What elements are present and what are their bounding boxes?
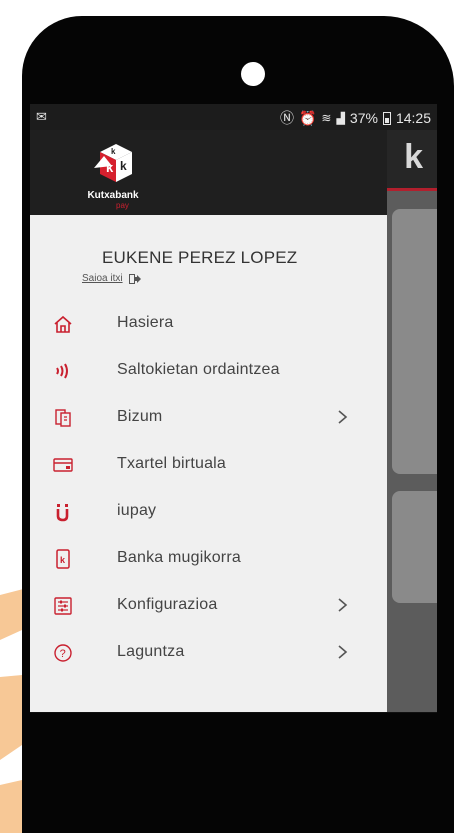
menu-item-label: Bizum <box>117 408 163 425</box>
menu-item-label: Txartel birtuala <box>117 455 227 472</box>
menu-item-label: Konfigurazioa <box>117 596 218 613</box>
nfc-icon: Ⓝ <box>279 110 294 126</box>
mail-icon: ✉ <box>36 109 47 124</box>
user-name: EUKENE PEREZ LOPEZ <box>102 248 298 267</box>
navigation-drawer: k k k Kutxabank pay EUKENE PEREZ LOPEZ S… <box>30 130 387 712</box>
help-icon: ? <box>52 642 74 664</box>
svg-text:?: ? <box>60 648 66 660</box>
brand-name: Kutxabank <box>87 190 139 201</box>
menu-item-hasiera[interactable]: Hasiera <box>30 300 387 347</box>
dice-logo-icon: k k k <box>94 144 132 182</box>
status-time: 14:25 <box>395 110 431 126</box>
menu-item-label: Laguntza <box>117 643 185 660</box>
signal-icon: ▟ <box>336 112 345 125</box>
menu-item-label: iupay <box>117 502 157 519</box>
drawer-menu: Hasiera Saltokietan ordaintzea Bizum Txa… <box>30 300 387 676</box>
phone-screen: ✉ Ⓝ ⏰ ≋ ▟ 37% 14:25 k k k k Kutxabank pa… <box>30 104 437 712</box>
background-card <box>392 491 437 603</box>
iupay-icon <box>52 501 74 523</box>
menu-item-laguntza[interactable]: ? Laguntza <box>30 629 387 676</box>
home-icon <box>52 313 74 335</box>
svg-text:k: k <box>120 159 127 173</box>
svg-text:k: k <box>111 147 116 156</box>
chevron-right-icon <box>338 645 348 659</box>
logout-icon <box>128 273 141 284</box>
logout-link[interactable]: Saioa itxi <box>82 273 141 284</box>
menu-item-konfigurazioa[interactable]: Konfigurazioa <box>30 582 387 629</box>
menu-item-saltokietan-ordaintzea[interactable]: Saltokietan ordaintzea <box>30 347 387 394</box>
settings-icon <box>52 595 74 617</box>
menu-item-label: Saltokietan ordaintzea <box>117 361 280 378</box>
menu-item-txartel-birtuala[interactable]: Txartel birtuala <box>30 441 387 488</box>
wifi-icon: ≋ <box>321 111 332 125</box>
background-card <box>392 209 437 474</box>
drawer-header: k k k Kutxabank pay <box>30 130 387 215</box>
mobile-banking-icon: k <box>52 548 74 570</box>
kutxabank-pay-logo: k k k Kutxabank pay <box>78 138 148 210</box>
chevron-right-icon <box>338 598 348 612</box>
app-logo-letter: k <box>404 138 423 176</box>
screen-bottom-edge <box>30 712 437 713</box>
battery-percent: 37% <box>349 110 378 126</box>
menu-item-bizum[interactable]: Bizum <box>30 394 387 441</box>
contactless-icon <box>52 360 74 382</box>
svg-text:k: k <box>60 555 66 565</box>
bizum-icon <box>52 407 74 429</box>
card-icon <box>52 454 74 476</box>
chevron-right-icon <box>338 410 348 424</box>
brand-sub: pay <box>116 201 129 210</box>
camera-dot <box>241 62 265 86</box>
svg-text:k: k <box>106 160 114 175</box>
menu-item-banka-mugikorra[interactable]: k Banka mugikorra <box>30 535 387 582</box>
status-bar: ✉ Ⓝ ⏰ ≋ ▟ 37% 14:25 <box>30 104 437 130</box>
battery-icon <box>382 111 391 125</box>
logout-label[interactable]: Saioa itxi <box>82 273 123 284</box>
menu-item-iupay[interactable]: iupay <box>30 488 387 535</box>
alarm-icon: ⏰ <box>298 109 317 126</box>
menu-item-label: Banka mugikorra <box>117 549 241 566</box>
menu-item-label: Hasiera <box>117 314 174 331</box>
